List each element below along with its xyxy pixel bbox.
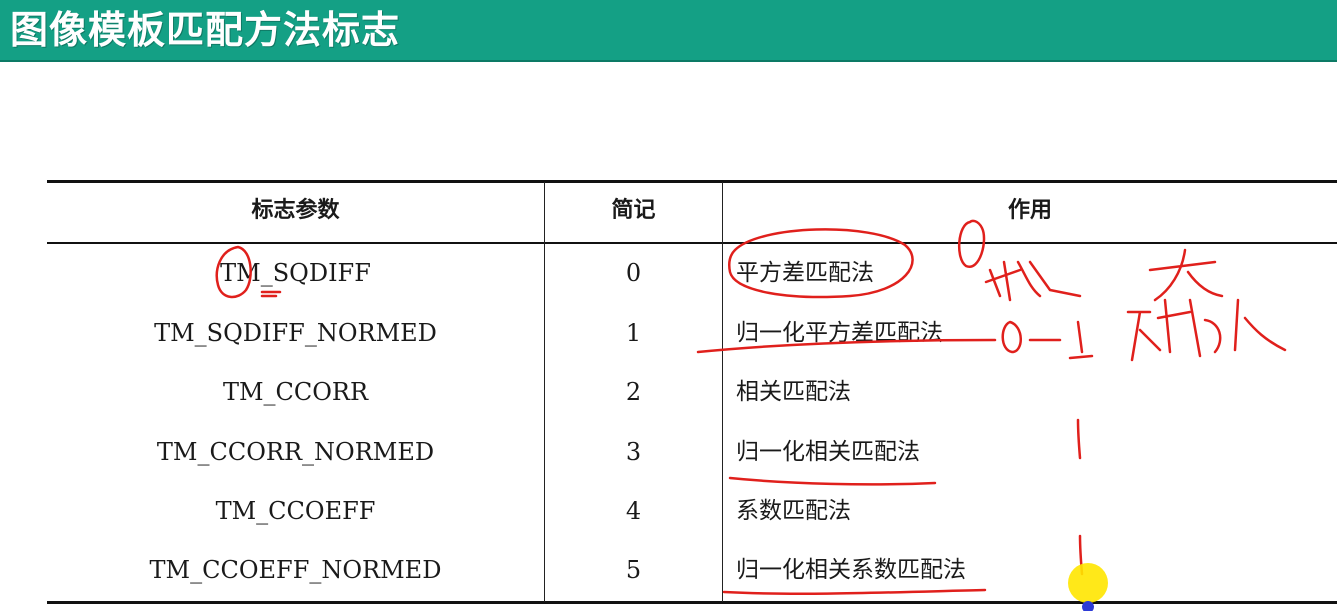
column-divider	[722, 182, 723, 602]
code-cell: 5	[625, 556, 642, 584]
ink-scribble-dissimilar	[1126, 298, 1287, 362]
ink-mark-one-a	[1076, 418, 1082, 460]
desc-cell: 相关匹配法	[736, 379, 851, 405]
desc-cell: 归一化相关匹配法	[736, 439, 920, 465]
code-cell: 0	[625, 259, 642, 287]
ink-underline-row3	[728, 476, 937, 486]
flag-cell: TM_CCORR	[222, 378, 369, 406]
header-usage: 作用	[1007, 198, 1052, 223]
code-cell: 3	[625, 438, 642, 466]
header-code: 简记	[611, 198, 656, 223]
ink-underline-row5	[722, 588, 987, 595]
flag-cell: TM_CCORR_NORMED	[156, 438, 435, 466]
title-banner: 图像模板匹配方法标志	[0, 0, 1337, 62]
desc-cell: 平方差匹配法	[736, 260, 874, 286]
flag-cell: TM_SQDIFF	[220, 259, 371, 287]
flag-cell: TM_CCOEFF_NORMED	[149, 556, 442, 584]
header-flag: 标志参数	[251, 198, 340, 223]
ink-zero-to-one	[1001, 320, 1094, 360]
desc-cell: 系数匹配法	[736, 498, 851, 524]
page-title: 图像模板匹配方法标志	[10, 8, 401, 52]
table-top-rule	[47, 180, 1337, 183]
ink-scribble-similar	[984, 260, 1082, 302]
ink-mark-one-b	[1078, 534, 1084, 576]
table-bottom-rule	[47, 601, 1337, 604]
code-cell: 1	[625, 319, 642, 347]
desc-cell: 归一化平方差匹配法	[736, 320, 943, 346]
code-cell: 4	[625, 497, 642, 525]
desc-cell: 归一化相关系数匹配法	[736, 557, 966, 583]
code-cell: 2	[625, 378, 642, 406]
flag-cell: TM_SQDIFF_NORMED	[154, 319, 437, 347]
table-header-rule	[47, 242, 1337, 244]
ink-underscore	[260, 290, 282, 298]
flag-cell: TM_CCOEFF	[215, 497, 376, 525]
ink-scribble-big	[1148, 248, 1224, 302]
cursor-highlight	[1068, 563, 1108, 603]
